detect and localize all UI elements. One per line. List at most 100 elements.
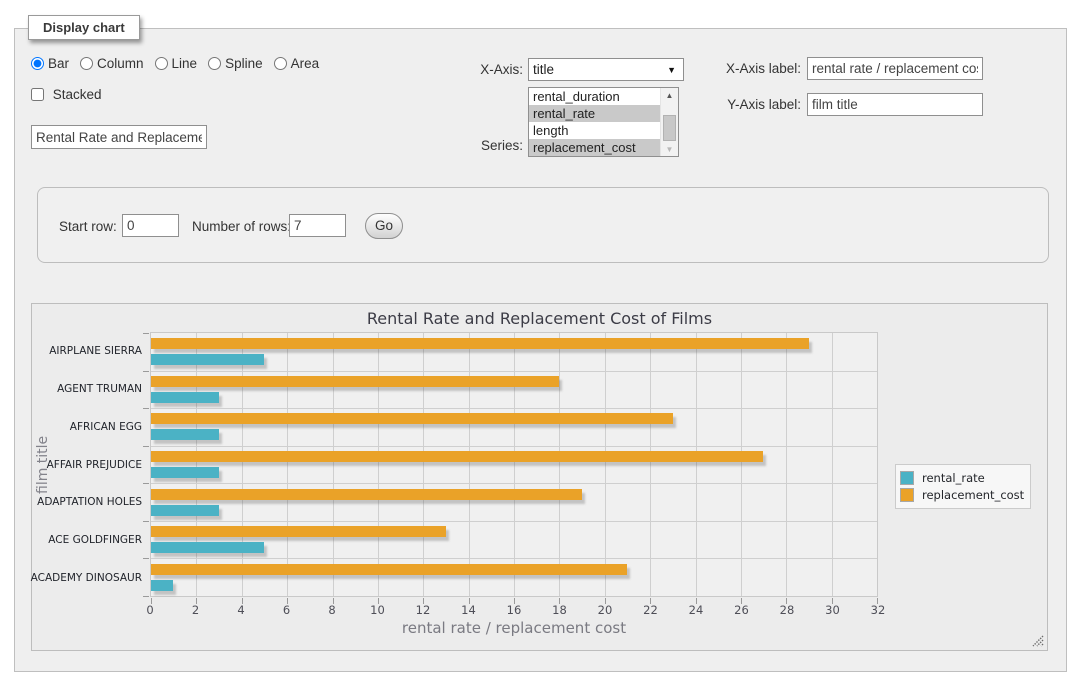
series-scrollbar[interactable]: ▲ ▼ xyxy=(660,88,678,156)
series-select-label: Series: xyxy=(465,138,523,153)
chart-type-radio-spline[interactable] xyxy=(208,57,221,70)
series-option-length[interactable]: length xyxy=(529,122,661,139)
x-tick-label: 22 xyxy=(643,603,658,617)
chart-x-tick-labels: 02468101214161820222426283032 xyxy=(150,603,878,617)
num-rows-input[interactable] xyxy=(289,214,346,237)
page: Display chart Bar Column Line Spline Area St… xyxy=(0,0,1081,681)
chart-type-radio-area[interactable] xyxy=(274,57,287,70)
y-axis-tick xyxy=(143,558,149,559)
chart-x-axis-label: rental rate / replacement cost xyxy=(150,619,878,637)
y-category-label: AIRPLANE SIERRA xyxy=(49,345,142,357)
legend-label: replacement_cost xyxy=(922,488,1024,502)
legend-item: replacement_cost xyxy=(900,488,1024,502)
y-axis-tick xyxy=(143,446,149,447)
x-tick-label: 20 xyxy=(598,603,613,617)
bar-rental_rate xyxy=(151,505,219,516)
scroll-up-icon[interactable]: ▲ xyxy=(661,88,678,102)
legend-swatch-rental_rate xyxy=(900,471,914,485)
chart-type-option-line[interactable]: Line xyxy=(155,56,198,71)
chart-type-option-spline[interactable]: Spline xyxy=(208,56,263,71)
go-button[interactable]: Go xyxy=(365,213,403,239)
x-tick-label: 10 xyxy=(370,603,385,617)
legend-swatch-replacement_cost xyxy=(900,488,914,502)
stacked-label: Stacked xyxy=(53,87,102,102)
x-axis-label-label: X-Axis label: xyxy=(691,61,801,76)
y-axis-tick xyxy=(143,333,149,334)
row-controls-panel: Start row: Number of rows: Go xyxy=(37,187,1049,263)
x-axis-label-input[interactable] xyxy=(807,57,983,80)
chart-type-option-label: Bar xyxy=(48,56,69,71)
scroll-down-icon[interactable]: ▼ xyxy=(661,142,678,156)
chart-type-option-area[interactable]: Area xyxy=(274,56,320,71)
x-tick-label: 32 xyxy=(871,603,886,617)
y-axis-tick xyxy=(143,521,149,522)
chart-type-radio-bar[interactable] xyxy=(31,57,44,70)
bar-replacement_cost xyxy=(151,338,809,349)
x-axis-select[interactable]: title ▼ xyxy=(528,58,684,81)
bar-rental_rate xyxy=(151,354,264,365)
start-row-input[interactable] xyxy=(122,214,179,237)
bar-rental_rate xyxy=(151,542,264,553)
y-category-label: ADAPTATION HOLES xyxy=(37,496,142,508)
x-axis-select-label: X-Axis: xyxy=(465,62,523,77)
x-tick-label: 30 xyxy=(825,603,840,617)
start-row-label: Start row: xyxy=(59,219,117,234)
x-tick-label: 8 xyxy=(328,603,335,617)
chart-type-option-label: Line xyxy=(172,56,198,71)
category-band xyxy=(151,558,877,596)
y-axis-tick xyxy=(143,596,149,597)
bar-replacement_cost xyxy=(151,413,673,424)
series-option-rental_duration[interactable]: rental_duration xyxy=(529,88,661,105)
y-category-label: AFFAIR PREJUDICE xyxy=(47,459,142,471)
series-option-replacement_cost[interactable]: replacement_cost xyxy=(529,139,661,156)
x-tick-label: 2 xyxy=(192,603,199,617)
bar-rental_rate xyxy=(151,392,219,403)
bar-replacement_cost xyxy=(151,526,446,537)
chart-container: Rental Rate and Replacement Cost of Film… xyxy=(31,303,1048,651)
x-tick-label: 16 xyxy=(507,603,522,617)
y-category-label: AGENT TRUMAN xyxy=(57,383,142,395)
plot-area xyxy=(150,332,878,597)
x-tick-label: 14 xyxy=(461,603,476,617)
bar-replacement_cost xyxy=(151,564,627,575)
y-category-label: AFRICAN EGG xyxy=(70,421,142,433)
chart-y-category-labels: AIRPLANE SIERRA AGENT TRUMAN AFRICAN EGG AF… xyxy=(32,332,144,597)
x-tick-label: 12 xyxy=(416,603,431,617)
series-options: rental_durationrental_ratelengthreplacem… xyxy=(529,88,661,156)
legend-label: rental_rate xyxy=(922,471,985,485)
panel-legend: Display chart xyxy=(28,15,140,40)
display-chart-panel: Display chart BarColumnLineSplineArea St… xyxy=(14,28,1067,672)
x-tick-label: 6 xyxy=(283,603,290,617)
chart-type-radios: Bar Column Line Spline Area xyxy=(31,56,330,71)
series-option-rental_rate[interactable]: rental_rate xyxy=(529,105,661,122)
x-tick-label: 28 xyxy=(780,603,795,617)
chart-type-option-bar[interactable]: Bar xyxy=(31,56,69,71)
y-axis-tick xyxy=(143,483,149,484)
stacked-option[interactable]: Stacked xyxy=(31,87,102,102)
chart-title-input[interactable] xyxy=(31,125,207,149)
x-tick-label: 4 xyxy=(237,603,244,617)
chart-type-option-column[interactable]: Column xyxy=(80,56,144,71)
y-category-label: ACADEMY DINOSAUR xyxy=(31,572,142,584)
y-category-label: ACE GOLDFINGER xyxy=(48,534,142,546)
chart-type-radio-line[interactable] xyxy=(155,57,168,70)
x-axis-selected-value: title xyxy=(533,62,554,77)
category-band xyxy=(151,408,877,446)
x-tick-label: 26 xyxy=(734,603,749,617)
chart-type-radio-column[interactable] xyxy=(80,57,93,70)
bar-replacement_cost xyxy=(151,489,582,500)
chart-legend: rental_rate replacement_cost xyxy=(895,464,1031,509)
chevron-down-icon: ▼ xyxy=(667,65,676,75)
legend-item: rental_rate xyxy=(900,471,1024,485)
category-band xyxy=(151,521,877,559)
stacked-checkbox[interactable] xyxy=(31,88,44,101)
y-axis-tick xyxy=(143,408,149,409)
series-listbox[interactable]: rental_durationrental_ratelengthreplacem… xyxy=(528,87,679,157)
resize-handle-icon[interactable] xyxy=(1032,635,1044,647)
x-tick-label: 24 xyxy=(689,603,704,617)
scrollbar-thumb[interactable] xyxy=(663,115,676,141)
y-axis-label-label: Y-Axis label: xyxy=(691,97,801,112)
category-band xyxy=(151,333,877,371)
y-axis-label-input[interactable] xyxy=(807,93,983,116)
bar-replacement_cost xyxy=(151,451,763,462)
